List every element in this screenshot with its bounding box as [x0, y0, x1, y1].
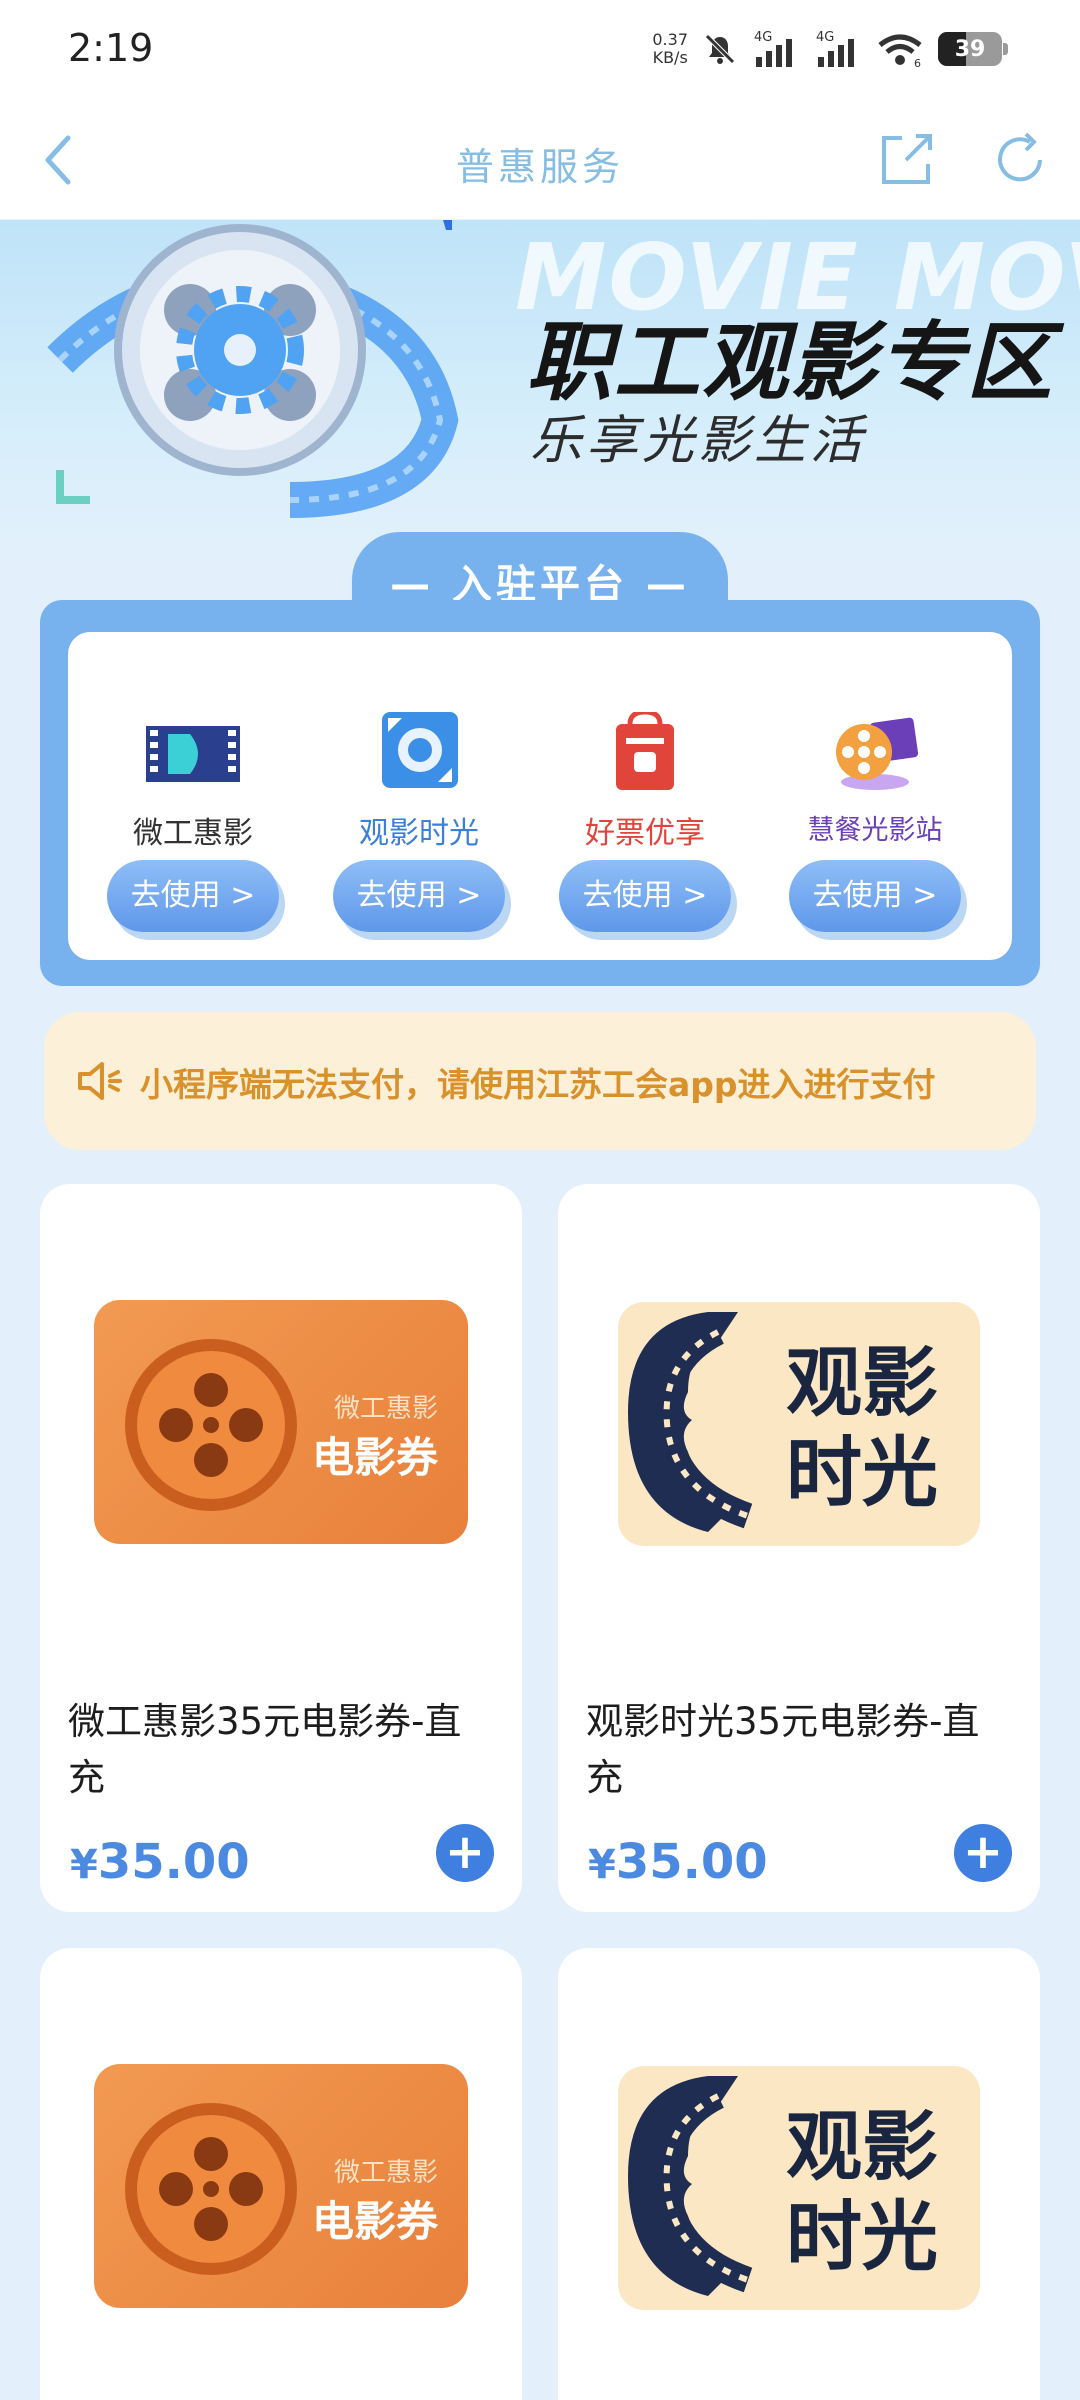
platform-name: 慧餐光影站 [807, 815, 943, 846]
product-image-label: 观影 时光 [786, 2102, 938, 2281]
navigation-bar: 普惠服务 [0, 100, 1080, 220]
product-title: 微工惠影35元电影券-直充 [68, 1700, 462, 1799]
platform-item-huican[interactable]: 慧餐光影站 去使用 > [770, 672, 980, 942]
svg-text:6: 6 [914, 57, 921, 69]
battery-icon: 39 [938, 32, 1008, 66]
use-button[interactable]: 去使用 > [789, 860, 961, 932]
payment-notice: 小程序端无法支付，请使用江苏工会app进入进行支付 [44, 1012, 1036, 1150]
platform-name: 观影时光 [359, 816, 479, 851]
mute-bell-icon [705, 34, 735, 64]
product-image: 微工惠影 电影券 [94, 2064, 468, 2308]
product-price: ¥35.00 [70, 1834, 250, 1890]
silhouette-film-icon [628, 2076, 753, 2296]
hero-banner: MOVIE MOVIE 职工观影专区 乐享光影生活 [0, 220, 1080, 560]
product-image-label: 电影券 [311, 2197, 438, 2246]
product-image: 观影 时光 [618, 2066, 980, 2310]
add-to-cart-button[interactable]: + [954, 1824, 1012, 1882]
product-image-brand: 微工惠影 [333, 2158, 438, 2188]
silhouette-film-icon [628, 1312, 753, 1532]
film-reel-image-icon [125, 1339, 297, 1511]
product-image: 微工惠影 电影券 [94, 1300, 468, 1544]
film-reel-icon [47, 220, 459, 518]
status-time: 2:19 [68, 26, 154, 70]
hero-subtitle: 乐享光影生活 [530, 411, 867, 471]
film-reel-clapper-icon [836, 717, 919, 790]
product-image: 观影 时光 [618, 1302, 980, 1546]
product-price: ¥35.00 [588, 1834, 768, 1890]
product-title: 观影时光35元电影券-直充 [586, 1700, 980, 1799]
camera-icon [382, 712, 458, 788]
platform-item-guanying[interactable]: 观影时光 去使用 > [314, 672, 524, 942]
wifi-icon: 6 [878, 34, 922, 69]
product-card[interactable]: 微工惠影 电影券 微工惠影35元电影券-直充 ¥35.00 + [40, 1184, 522, 1912]
add-to-cart-button[interactable]: + [436, 1824, 494, 1882]
signal-sim1-icon: 4G [754, 30, 792, 67]
product-image-label: 观影 时光 [786, 1338, 938, 1517]
speaker-icon [78, 1062, 122, 1100]
product-image-brand: 微工惠影 [333, 1394, 438, 1424]
use-button[interactable]: 去使用 > [107, 860, 279, 932]
product-image-label: 电影券 [311, 1433, 438, 1482]
status-bar: 2:19 0.37 KB/s 4G 4G 6 39 [0, 0, 1080, 100]
share-icon[interactable] [876, 130, 936, 190]
film-reel-image-icon [125, 2103, 297, 2275]
refresh-icon[interactable] [990, 130, 1050, 190]
ticket-bag-icon [616, 712, 674, 790]
svg-text:4G: 4G [754, 30, 772, 45]
use-button[interactable]: 去使用 > [559, 860, 731, 932]
product-card[interactable]: 观影 时光 观影时光35元电影券-直充 ¥35.00 + [558, 1184, 1040, 1912]
product-card[interactable]: 微工惠影 电影券 [40, 1948, 522, 2400]
platform-list: 微工惠影 去使用 > 观影时光 去使用 > 好票优享 去使用 > 慧餐光影站 去… [68, 632, 1012, 960]
use-button[interactable]: 去使用 > [333, 860, 505, 932]
film-strip-icon [146, 726, 240, 782]
platform-name: 好票优享 [585, 816, 705, 851]
svg-text:4G: 4G [816, 30, 834, 45]
notice-text: 小程序端无法支付，请使用江苏工会app进入进行支付 [140, 1065, 936, 1104]
product-card[interactable]: 观影 时光 [558, 1948, 1040, 2400]
network-speed: 0.37 KB/s [652, 30, 688, 67]
platform-name: 微工惠影 [133, 816, 253, 851]
signal-sim2-icon: 4G [816, 30, 854, 67]
platform-item-weigong[interactable]: 微工惠影 去使用 > [88, 672, 298, 942]
status-icons: 0.37 KB/s 4G 4G 6 39 [652, 24, 1008, 74]
platform-item-haopiao[interactable]: 好票优享 去使用 > [540, 672, 750, 942]
